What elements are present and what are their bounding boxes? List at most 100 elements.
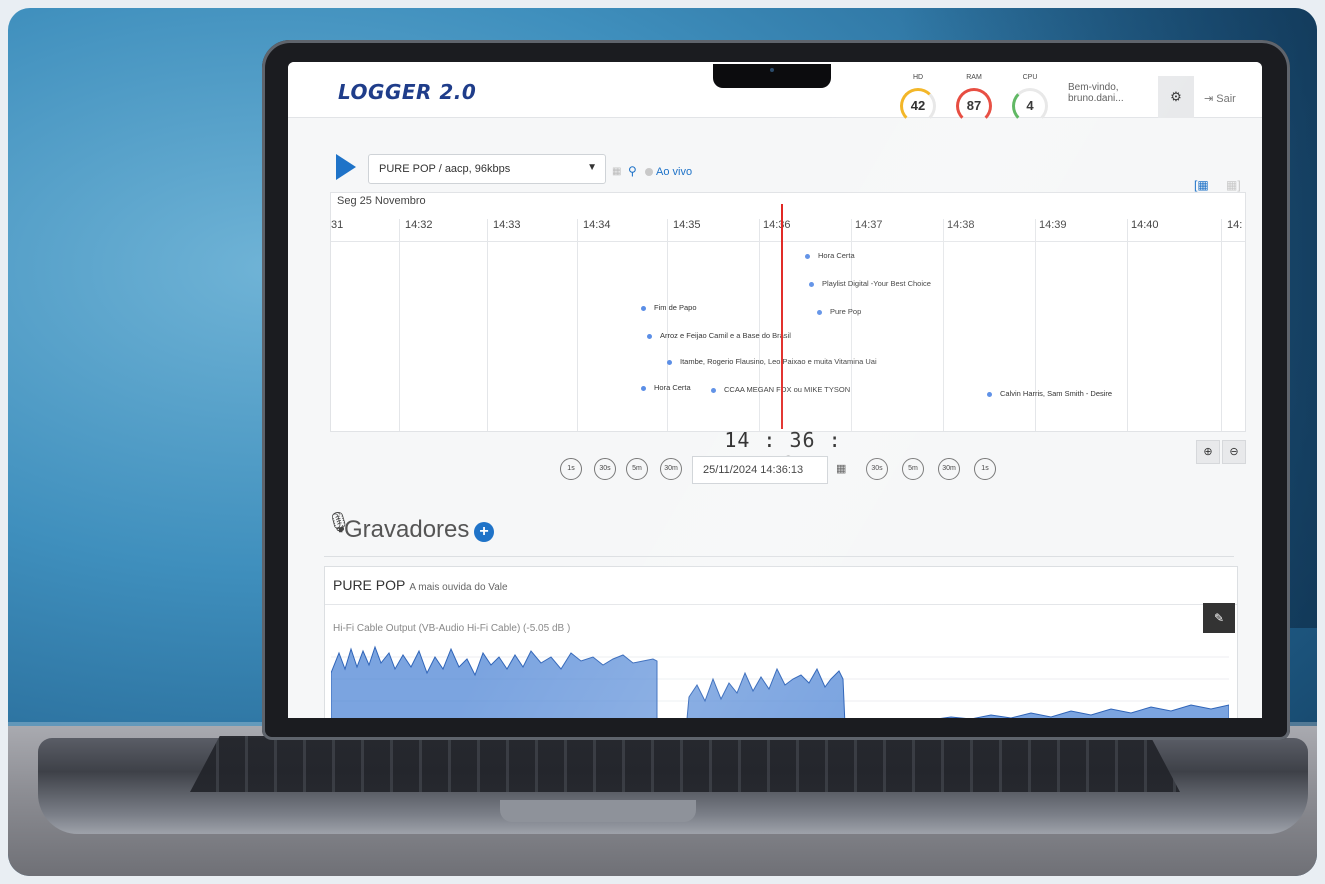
zoom-in-button[interactable]: ⊕	[1196, 440, 1220, 464]
app-screen: LOGGER 2.0 HD 42 RAM 87 CPU 4 Bem-vindo,…	[288, 62, 1262, 718]
time-tick: 14:32	[405, 219, 433, 231]
play-icon[interactable]	[336, 154, 356, 180]
timeline-header-divider	[331, 241, 1245, 242]
calendar-icon[interactable]: ▦	[836, 462, 846, 475]
timeline-event[interactable]: Fim de Papo	[641, 303, 697, 312]
event-label: Hora Certa	[818, 251, 855, 260]
event-dot-icon	[647, 333, 652, 339]
camera-icon	[770, 68, 774, 72]
event-dot-icon	[641, 305, 646, 311]
zoom-out-icon: ⊖	[1229, 446, 1239, 458]
event-dot-icon	[711, 387, 716, 393]
recorder-name: PURE POP	[333, 577, 406, 593]
cpu-gauge: CPU 4	[1006, 74, 1054, 124]
calendar-view-icon[interactable]: [▦	[1194, 178, 1209, 192]
search-icon[interactable]: ⚲	[628, 164, 637, 178]
logout-icon: ⇥	[1204, 93, 1217, 105]
live-status-icon	[645, 168, 653, 176]
laptop-keyboard	[190, 736, 1180, 792]
time-tick: 14:	[1227, 219, 1243, 231]
recorder-device: Hi-Fi Cable Output (VB-Audio Hi-Fi Cable…	[333, 623, 571, 634]
grid-line	[1127, 219, 1128, 431]
recorder-card: PURE POP A mais ouvida do Vale ✎ Hi-Fi Ca…	[324, 566, 1238, 718]
welcome-line: Bem-vindo,	[1068, 82, 1119, 93]
cpu-gauge-value: 4	[1026, 98, 1034, 113]
audio-waveform	[331, 645, 1229, 718]
hd-gauge-value: 42	[910, 98, 926, 113]
time-tick: 14:33	[493, 219, 521, 231]
stream-select-value: PURE POP / aacp, 96kbps	[379, 163, 511, 175]
chevron-down-icon: ▼	[587, 162, 597, 173]
time-tick: 14:39	[1039, 219, 1067, 231]
time-tick: 14:40	[1131, 219, 1159, 231]
event-dot-icon	[641, 385, 646, 391]
time-tick: 14:34	[583, 219, 611, 231]
recorders-title: Gravadores	[344, 516, 470, 543]
welcome-text: Bem-vindo, bruno.dani...	[1068, 82, 1124, 104]
calendar-icon[interactable]: ▦	[612, 166, 621, 177]
stream-select[interactable]: PURE POP / aacp, 96kbps ▼	[368, 154, 606, 184]
rewind-30m-button[interactable]: 30m	[660, 458, 682, 480]
edit-icon: ✎	[1213, 611, 1225, 625]
timeline-date: Seg 25 Novembro	[337, 195, 426, 207]
event-label: Fim de Papo	[654, 303, 697, 312]
event-dot-icon	[805, 253, 810, 259]
datetime-input[interactable]: 25/11/2024 14:36:13	[692, 456, 828, 484]
add-recorder-button[interactable]: +	[474, 522, 494, 542]
event-dot-icon	[817, 309, 822, 315]
app-logo[interactable]: LOGGER 2.0	[338, 80, 476, 104]
time-tick: 14:38	[947, 219, 975, 231]
hd-gauge-label: HD	[912, 74, 924, 81]
timeline-event[interactable]: Hora Certa	[805, 251, 855, 260]
rewind-1s-button[interactable]: 1s	[560, 458, 582, 480]
grid-line	[399, 219, 400, 431]
laptop-trackpad	[500, 800, 696, 822]
recorder-subtitle: A mais ouvida do Vale	[409, 582, 508, 593]
forward-5m-button[interactable]: 5m	[902, 458, 924, 480]
event-dot-icon	[667, 359, 672, 365]
gear-icon: ⚙	[1170, 89, 1182, 104]
forward-1s-button[interactable]: 1s	[974, 458, 996, 480]
timeline-event[interactable]: Itambe, Rogerio Flausino, Leo Paixao e m…	[667, 357, 877, 366]
grid-line	[667, 219, 668, 431]
event-label: Pure Pop	[830, 307, 862, 316]
grid-line	[1035, 219, 1036, 431]
edit-recorder-button[interactable]: ✎	[1203, 603, 1235, 633]
camera-notch	[713, 64, 831, 88]
timeline-event[interactable]: Hora Certa	[641, 383, 691, 392]
time-tick: 14:35	[673, 219, 701, 231]
logout-button[interactable]: ⇥ Sair	[1204, 92, 1236, 105]
live-button[interactable]: Ao vivo	[656, 166, 692, 178]
grid-line	[487, 219, 488, 431]
timeline-event[interactable]: Playlist Digital -Your Best Choice	[809, 279, 931, 288]
waveform-fill	[331, 645, 1229, 718]
hd-gauge: HD 42	[894, 74, 942, 124]
timeline-event[interactable]: Pure Pop	[817, 307, 861, 316]
recorder-name-row: PURE POP A mais ouvida do Vale	[333, 577, 508, 593]
rewind-5m-button[interactable]: 5m	[626, 458, 648, 480]
grid-line	[1221, 219, 1222, 431]
forward-30m-button[interactable]: 30m	[938, 458, 960, 480]
event-label: Calvin Harris, Sam Smith - Desire	[1000, 389, 1113, 398]
section-divider	[324, 556, 1234, 557]
timeline-panel[interactable]: Seg 25 Novembro 31 14:32 14:33 14:34 14:…	[330, 192, 1246, 432]
grid-line	[943, 219, 944, 431]
event-label: Arroz e Feijao Camil e a Base do Brasil	[660, 331, 791, 340]
recorder-card-header: PURE POP A mais ouvida do Vale	[325, 567, 1237, 605]
timeline-event[interactable]: Calvin Harris, Sam Smith - Desire	[987, 389, 1112, 398]
event-label: Hora Certa	[654, 383, 691, 392]
ram-gauge: RAM 87	[950, 74, 998, 124]
rewind-30s-button[interactable]: 30s	[594, 458, 616, 480]
logout-label: Sair	[1216, 93, 1236, 105]
settings-button[interactable]: ⚙	[1158, 76, 1194, 118]
time-tick: 31	[331, 219, 344, 231]
list-view-icon[interactable]: ▦]	[1226, 178, 1241, 192]
forward-30s-button[interactable]: 30s	[866, 458, 888, 480]
ram-gauge-label: RAM	[966, 74, 982, 81]
timeline-event[interactable]: Arroz e Feijao Camil e a Base do Brasil	[647, 331, 791, 340]
event-dot-icon	[987, 391, 992, 397]
time-tick: 14:37	[855, 219, 883, 231]
zoom-out-button[interactable]: ⊖	[1222, 440, 1246, 464]
playhead-cursor[interactable]	[781, 204, 783, 429]
zoom-in-icon: ⊕	[1203, 446, 1213, 458]
